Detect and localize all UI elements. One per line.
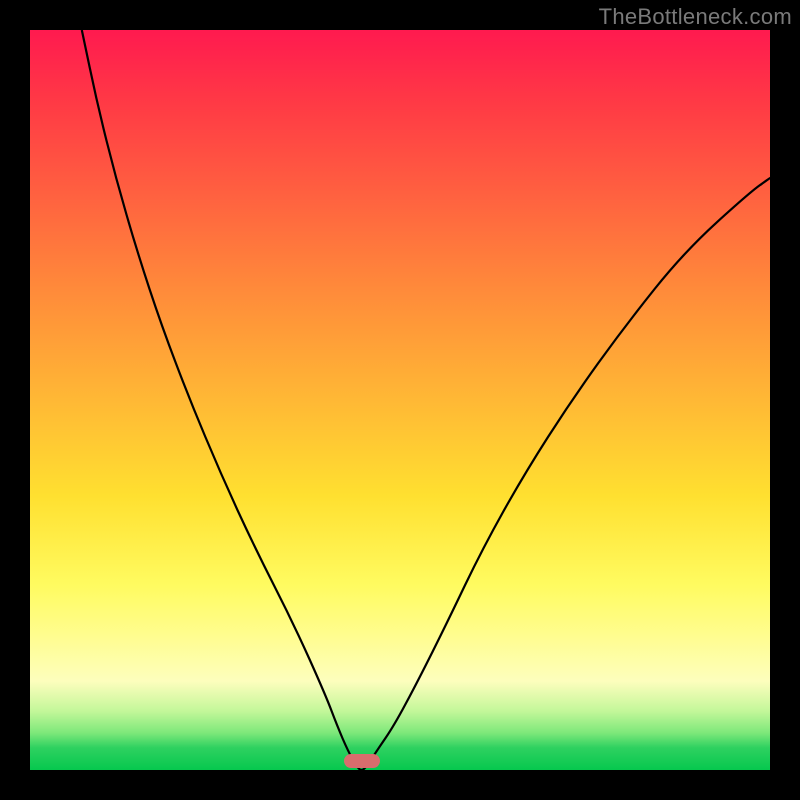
optimal-marker: [344, 754, 380, 768]
watermark-text: TheBottleneck.com: [599, 4, 792, 30]
bottleneck-curve: [82, 30, 770, 770]
plot-area: [30, 30, 770, 770]
chart-container: TheBottleneck.com: [0, 0, 800, 800]
curve-svg: [30, 30, 770, 770]
